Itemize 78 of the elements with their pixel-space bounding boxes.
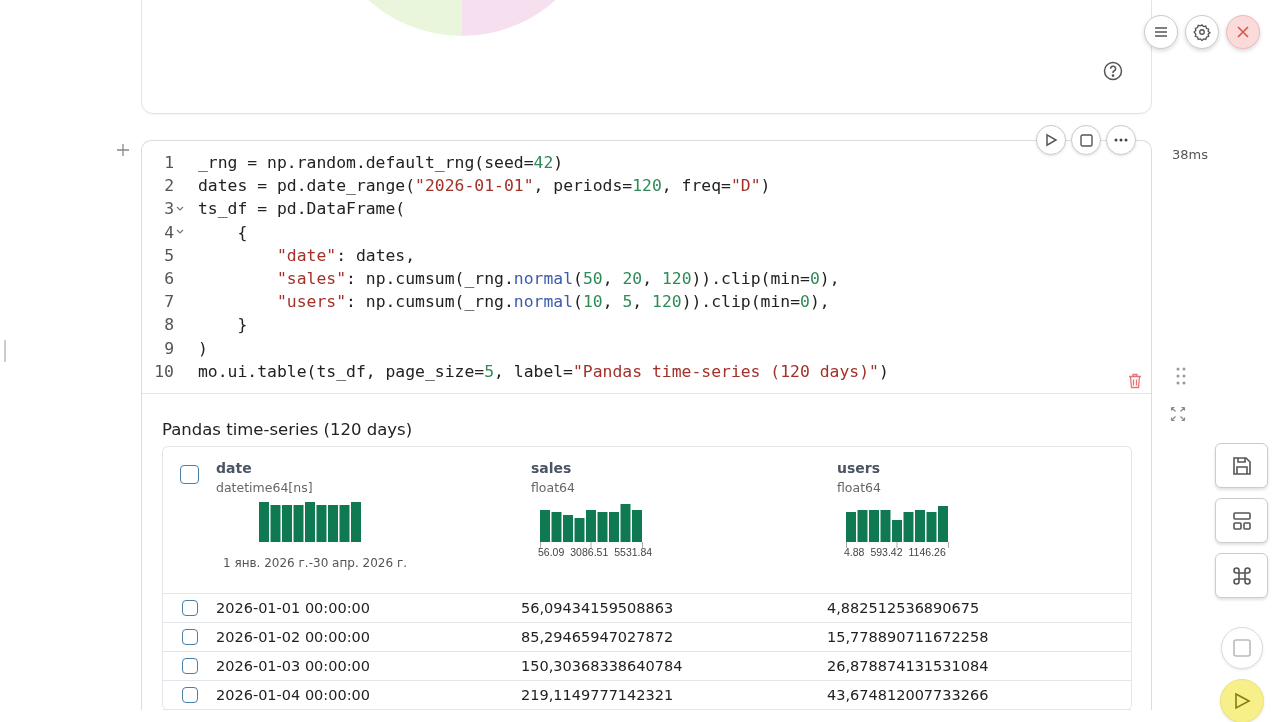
line-number: 4 <box>163 222 174 242</box>
axis-label: 1146.26 <box>908 545 946 558</box>
drag-handle-icon[interactable] <box>1176 367 1186 385</box>
line-number: 5 <box>163 245 174 265</box>
stop-icon <box>1079 133 1093 147</box>
table-cell-text: 85,29465947027872 <box>521 628 675 645</box>
run-icon <box>1232 692 1251 710</box>
line-number: 3 <box>163 199 174 219</box>
table-label: Pandas time-series (120 days) <box>162 419 413 439</box>
code-line: } <box>236 315 248 335</box>
run-button[interactable] <box>1219 679 1264 722</box>
command-icon <box>1230 564 1253 587</box>
axis-label: 56.09 <box>538 545 565 558</box>
column-type: float64 <box>531 479 576 496</box>
column-type: float64 <box>837 479 882 496</box>
code-line: ts_df = pd.DataFrame( <box>198 199 406 219</box>
table-cell-text: 219,1149777142321 <box>521 686 675 703</box>
table-cell-text: 56,09434159508863 <box>521 599 675 616</box>
more-icon <box>1114 138 1128 142</box>
code-line: ) <box>198 338 208 358</box>
code-line: "sales": np.cumsum(_rng.normal(50, 20, 120)).clip(min=0), <box>275 269 840 289</box>
table-cell-text: 4,882512536890675 <box>827 599 981 616</box>
code-line: "users": np.cumsum(_rng.normal(10, 5, 120)).clip(min=0), <box>275 292 830 312</box>
command-button[interactable] <box>1215 553 1268 598</box>
table-cell-text: 2026-01-03 00:00:00 <box>216 657 371 674</box>
checkbox[interactable] <box>181 628 198 645</box>
line-number: 8 <box>163 315 174 335</box>
menu-button[interactable] <box>1144 15 1178 49</box>
axis-label: 4.88 <box>844 545 865 558</box>
layout-icon <box>1230 509 1253 532</box>
stop-button[interactable] <box>1071 125 1101 155</box>
line-number: 10 <box>153 361 174 381</box>
add-cell-icon[interactable] <box>116 143 130 157</box>
checkbox[interactable] <box>181 599 198 616</box>
table-cell-text: 43,674812007733266 <box>827 686 990 703</box>
table-cell-text: 26,878874131531084 <box>827 657 990 674</box>
column-name[interactable]: date <box>216 458 531 477</box>
checkbox[interactable] <box>180 464 199 484</box>
line-number: 7 <box>163 292 174 312</box>
run-button[interactable] <box>1036 125 1066 155</box>
layout-button[interactable] <box>1215 498 1268 543</box>
fold-chevron-icon[interactable] <box>176 205 184 212</box>
code-line: _rng = np.random.default_rng(seed=42) <box>198 153 564 173</box>
code-line: "date": dates, <box>275 245 416 265</box>
checkbox[interactable] <box>181 657 198 674</box>
axis-label: 593.42 <box>870 545 903 558</box>
run-icon <box>1044 133 1058 147</box>
table-cell-text: 2026-01-01 00:00:00 <box>216 599 371 616</box>
help-icon[interactable] <box>1103 61 1123 81</box>
axis-label: 3086.51 <box>570 545 609 558</box>
table-cell-text: 150,30368338640784 <box>521 657 684 674</box>
column-type: datetime64[ns] <box>216 479 314 496</box>
table-cell-text: 15,778890711672258 <box>827 628 990 645</box>
line-number: 2 <box>163 176 174 196</box>
stop-icon <box>1232 639 1251 657</box>
column-name[interactable]: users <box>837 458 1131 477</box>
save-button[interactable] <box>1215 443 1268 488</box>
settings-button[interactable] <box>1185 15 1219 49</box>
save-icon <box>1230 454 1253 477</box>
code-line: { <box>236 222 248 242</box>
expand-icon[interactable] <box>1170 406 1186 422</box>
run-time-label: 38ms <box>1172 147 1208 162</box>
line-number: 9 <box>163 338 174 358</box>
line-number: 1 <box>163 153 174 173</box>
delete-icon[interactable] <box>1128 373 1142 389</box>
column-name[interactable]: sales <box>531 458 837 477</box>
date-range-label: 1 янв. 2026 г.-30 апр. 2026 г. <box>223 555 408 570</box>
table-cell-text: 2026-01-04 00:00:00 <box>216 686 371 703</box>
code-line: mo.ui.table(ts_df, page_size=5, label="Pandas time-series (120 days)") <box>198 361 889 381</box>
line-number: 6 <box>163 269 174 289</box>
close-icon <box>1236 25 1250 39</box>
checkbox[interactable] <box>181 686 198 703</box>
fold-chevron-icon[interactable] <box>176 229 184 236</box>
axis-label: 5531.84 <box>614 545 653 558</box>
close-button[interactable] <box>1226 15 1260 49</box>
code-line: dates = pd.date_range("2026-01-01", periods=120, freq="D") <box>198 176 771 196</box>
table-cell-text: 2026-01-02 00:00:00 <box>216 628 371 645</box>
settings-icon <box>1193 23 1211 41</box>
